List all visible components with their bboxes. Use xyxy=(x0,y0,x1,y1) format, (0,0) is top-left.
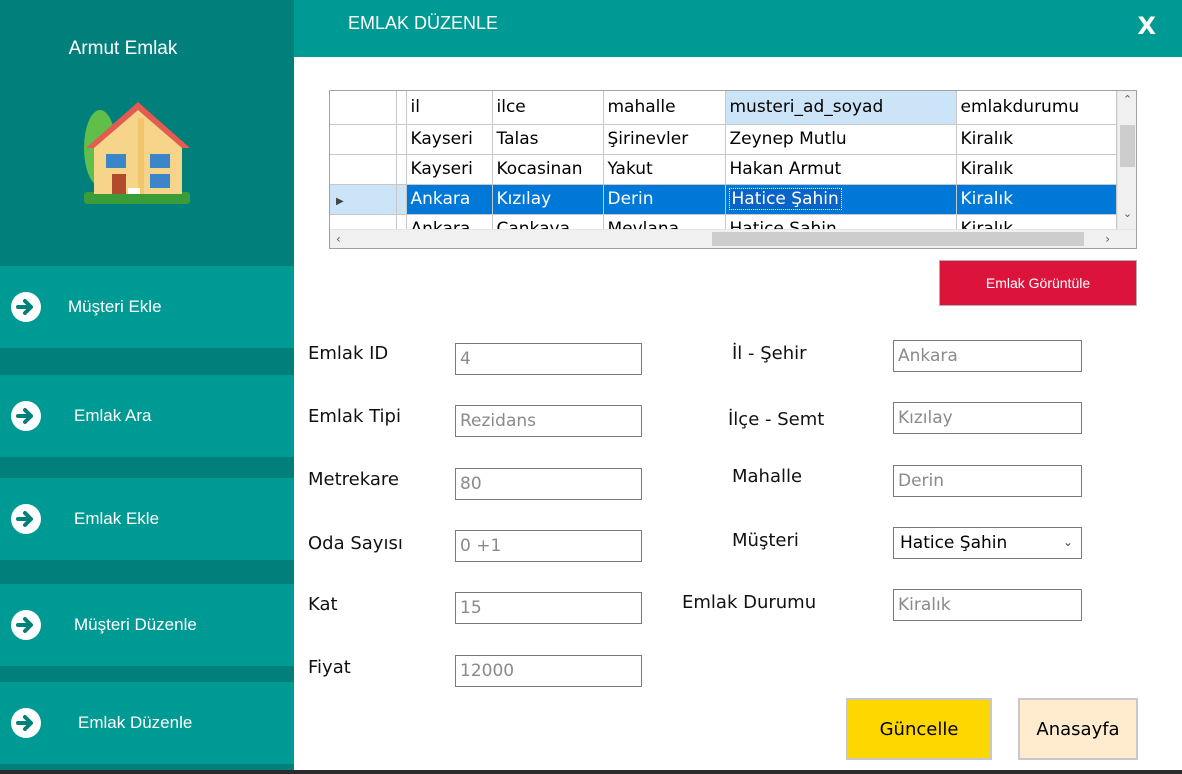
sidebar-item-emlak-ekle[interactable]: Emlak Ekle xyxy=(0,478,294,560)
emlak-durumu-label: Emlak Durumu xyxy=(682,592,817,613)
oda-sayisi-label: Oda Sayısı xyxy=(308,533,403,554)
table-cell[interactable]: Kayseri xyxy=(406,124,493,155)
fiyat-label: Fiyat xyxy=(308,657,351,678)
emlak-id-label: Emlak ID xyxy=(308,343,389,364)
table-cell[interactable]: Şirinevler xyxy=(603,124,726,155)
musteri-label: Müşteri xyxy=(732,530,799,551)
guncelle-button[interactable]: Güncelle xyxy=(846,698,992,760)
brand-title: Armut Emlak xyxy=(68,38,178,59)
emlak-durumu-field[interactable] xyxy=(893,589,1082,621)
arrow-right-circle-icon xyxy=(11,708,41,738)
table-row-selected[interactable]: ▶ Ankara Kızılay Derin Hatice Şahin Kira… xyxy=(330,184,1117,215)
vertical-scrollbar[interactable]: ⌃ ⌄ xyxy=(1117,91,1136,230)
musteri-select-value: Hatice Şahin xyxy=(900,533,1008,553)
table-cell[interactable]: Yakut xyxy=(603,154,726,185)
ilce-semt-label: İlçe - Semt xyxy=(728,409,825,430)
scroll-right-icon[interactable]: › xyxy=(1105,230,1110,248)
scroll-up-icon[interactable]: ⌃ xyxy=(1118,93,1136,106)
sidebar-item-label: Müşteri Düzenle xyxy=(74,615,197,634)
arrow-right-circle-icon xyxy=(11,401,41,431)
grid-header-row: il ilce mahalle musteri_ad_soyad emlakdu… xyxy=(330,91,1117,125)
sidebar-item-musteri-ekle[interactable]: Müşteri Ekle xyxy=(0,266,294,348)
table-cell[interactable]: Talas xyxy=(492,124,604,155)
sidebar-item-label: Emlak Düzenle xyxy=(78,713,193,732)
grid-corner-2 xyxy=(396,91,407,125)
mahalle-field[interactable] xyxy=(893,465,1082,497)
emlak-goruntule-button[interactable]: Emlak Görüntüle xyxy=(939,260,1137,306)
page-title: EMLAK DÜZENLE xyxy=(348,13,499,33)
grid-corner xyxy=(330,91,397,125)
scroll-down-icon[interactable]: ⌄ xyxy=(1118,207,1136,220)
row-header[interactable] xyxy=(330,154,397,185)
row-header-2 xyxy=(396,124,407,155)
metrekare-field[interactable] xyxy=(455,468,642,500)
metrekare-label: Metrekare xyxy=(308,469,399,490)
active-cell-text: Hatice Şahin xyxy=(728,188,842,210)
table-row[interactable]: Kayseri Kocasinan Yakut Hakan Armut Kira… xyxy=(330,154,1117,185)
close-icon[interactable]: X xyxy=(1137,12,1156,40)
scroll-thumb[interactable] xyxy=(712,232,1084,246)
sidebar-item-label: Emlak Ara xyxy=(74,406,152,425)
mahalle-label: Mahalle xyxy=(732,466,803,487)
fiyat-field[interactable] xyxy=(455,655,642,687)
row-header-2 xyxy=(396,184,407,215)
musteri-select[interactable]: Hatice Şahin ⌄ xyxy=(893,527,1082,559)
header-bar: EMLAK DÜZENLE X xyxy=(294,0,1182,57)
il-sehir-field[interactable] xyxy=(893,340,1082,372)
sidebar-item-musteri-duzenle[interactable]: Müşteri Düzenle xyxy=(0,584,294,666)
column-header-ilce[interactable]: ilce xyxy=(492,91,604,125)
emlak-grid[interactable]: il ilce mahalle musteri_ad_soyad emlakdu… xyxy=(329,90,1137,249)
column-header-il[interactable]: il xyxy=(406,91,493,125)
table-cell[interactable]: Ankara xyxy=(406,184,493,215)
scroll-left-icon[interactable]: ‹ xyxy=(336,230,341,248)
table-row[interactable]: Kayseri Talas Şirinevler Zeynep Mutlu Ki… xyxy=(330,124,1117,155)
table-cell[interactable]: Zeynep Mutlu xyxy=(725,124,957,155)
bottom-border xyxy=(0,770,1182,774)
column-header-mahalle[interactable]: mahalle xyxy=(603,91,726,125)
table-cell[interactable]: Hakan Armut xyxy=(725,154,957,185)
table-cell-active[interactable]: Hatice Şahin xyxy=(725,184,957,215)
emlak-tipi-label: Emlak Tipi xyxy=(308,406,401,427)
grid-table: il ilce mahalle musteri_ad_soyad emlakdu… xyxy=(330,91,1117,245)
il-sehir-label: İl - Şehir xyxy=(732,343,807,364)
column-header-emlakdurumu[interactable]: emlakdurumu xyxy=(956,91,1117,125)
table-cell[interactable]: Derin xyxy=(603,184,726,215)
arrow-right-circle-icon xyxy=(11,504,41,534)
arrow-right-circle-icon xyxy=(11,292,41,322)
row-pointer-icon: ▶ xyxy=(336,196,344,207)
emlak-tipi-field[interactable] xyxy=(455,405,642,437)
scroll-thumb[interactable] xyxy=(1120,125,1135,167)
table-cell[interactable]: Kiralık xyxy=(956,124,1117,155)
sidebar: Armut Emlak Müşteri Ekle Emlak Ara Emlak… xyxy=(0,0,294,774)
sidebar-item-emlak-duzenle[interactable]: Emlak Düzenle xyxy=(0,682,294,764)
kat-field[interactable] xyxy=(455,592,642,624)
horizontal-scrollbar[interactable]: ‹ › xyxy=(330,229,1136,248)
oda-sayisi-field[interactable] xyxy=(455,530,642,562)
table-cell[interactable]: Kocasinan xyxy=(492,154,604,185)
column-header-musteri[interactable]: musteri_ad_soyad xyxy=(725,91,957,125)
row-header-2 xyxy=(396,154,407,185)
table-cell[interactable]: Kiralık xyxy=(956,184,1117,215)
chevron-down-icon: ⌄ xyxy=(1062,535,1073,549)
table-cell[interactable]: Kızılay xyxy=(492,184,604,215)
row-header[interactable]: ▶ xyxy=(330,184,397,215)
table-cell[interactable]: Kayseri xyxy=(406,154,493,185)
arrow-right-circle-icon xyxy=(11,610,41,640)
anasayfa-button[interactable]: Anasayfa xyxy=(1018,698,1138,760)
sidebar-item-label: Emlak Ekle xyxy=(74,509,160,528)
sidebar-item-emlak-ara[interactable]: Emlak Ara xyxy=(0,375,294,457)
sidebar-item-label: Müşteri Ekle xyxy=(68,297,162,316)
emlak-id-field[interactable] xyxy=(455,343,642,375)
row-header[interactable] xyxy=(330,124,397,155)
table-cell[interactable]: Kiralık xyxy=(956,154,1117,185)
kat-label: Kat xyxy=(308,594,338,615)
ilce-semt-field[interactable] xyxy=(893,402,1082,434)
house-icon xyxy=(84,102,190,204)
